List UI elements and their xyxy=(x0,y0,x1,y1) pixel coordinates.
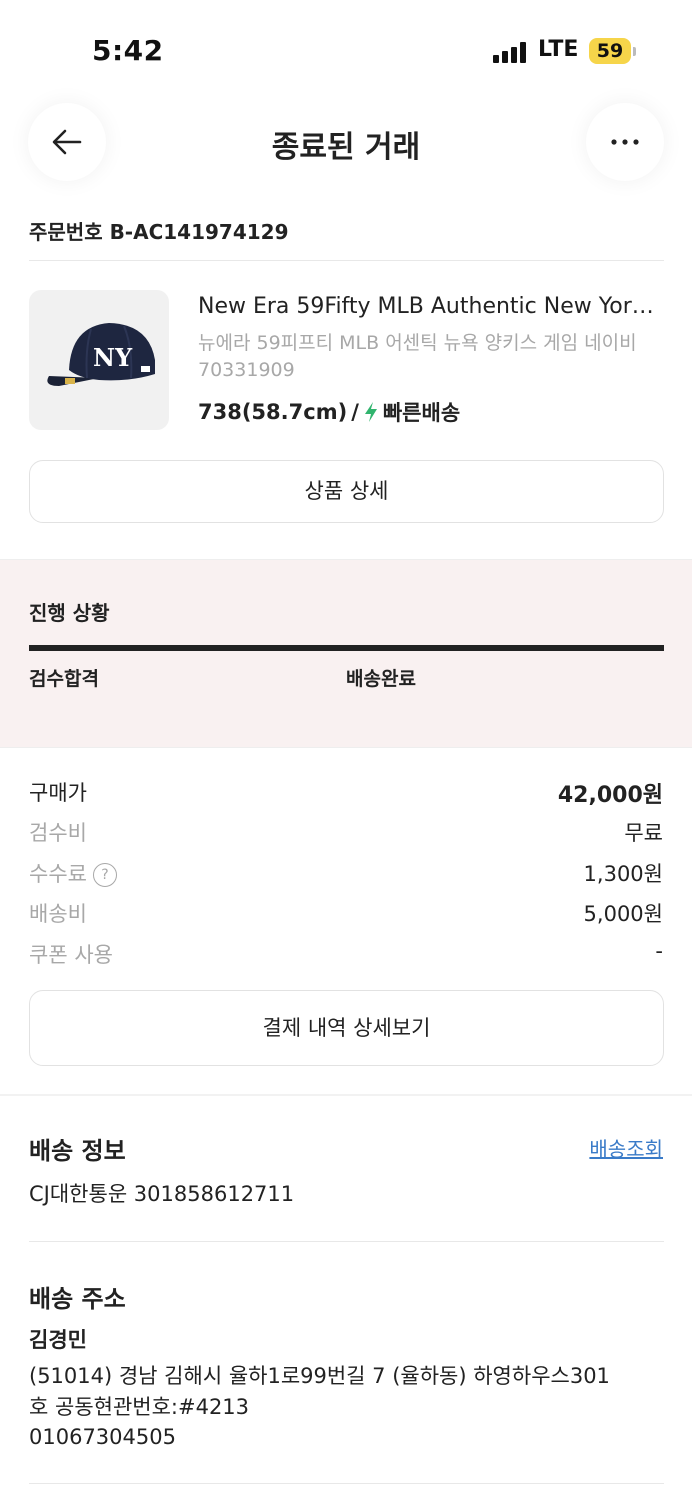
coupon-label: 쿠폰 사용 xyxy=(29,943,113,967)
product-detail-button[interactable]: 상품 상세 xyxy=(29,460,664,523)
commission-label-row: 수수료? xyxy=(29,858,117,888)
product-image[interactable]: NY xyxy=(29,290,169,430)
divider xyxy=(29,1241,664,1242)
coupon-value: - xyxy=(655,939,663,963)
progress-title: 진행 상황 xyxy=(29,601,110,625)
more-button[interactable] xyxy=(586,103,664,181)
status-time: 5:42 xyxy=(92,34,164,67)
price-label: 구매가 xyxy=(29,781,87,805)
shipping-address-title: 배송 주소 xyxy=(29,1285,126,1313)
commission-value: 1,300원 xyxy=(583,862,663,886)
help-icon[interactable]: ? xyxy=(92,863,117,887)
fast-delivery-label: 빠른배송 xyxy=(382,401,461,425)
svg-text:NY: NY xyxy=(93,343,133,372)
recipient-phone: 01067304505 xyxy=(29,1425,176,1449)
tracking-number: CJ대한통운 301858612711 xyxy=(29,1182,295,1206)
progress-step-delivered: 배송완료 xyxy=(346,668,416,690)
payment-detail-button[interactable]: 결제 내역 상세보기 xyxy=(29,990,664,1066)
tracking-link[interactable]: 배송조회 xyxy=(589,1133,663,1162)
network-label: LTE xyxy=(538,37,579,62)
divider xyxy=(29,1483,664,1484)
more-horizontal-icon xyxy=(611,139,639,145)
address-line-1: (51014) 경남 김해시 율하1로99번길 7 (율하동) 하영하우스301 xyxy=(29,1364,610,1388)
price-value: 42,000원 xyxy=(557,783,663,808)
lightning-icon xyxy=(364,402,377,422)
shipping-fee-value: 5,000원 xyxy=(583,902,663,926)
cap-image: NY xyxy=(47,323,155,386)
product-size: 738(58.7cm) xyxy=(198,400,348,424)
inspection-fee-label: 검수비 xyxy=(29,821,87,845)
signal-icon xyxy=(493,41,527,63)
progress-bar xyxy=(29,645,664,651)
progress-section xyxy=(0,559,692,748)
battery-icon: 59 xyxy=(589,38,631,64)
product-size-row: 738(58.7cm) / 빠른배송 xyxy=(198,397,460,427)
progress-step-inspection: 검수합격 xyxy=(29,668,99,690)
section-divider xyxy=(0,1094,692,1096)
order-number: 주문번호 B-AC141974129 xyxy=(29,220,289,244)
size-separator: / xyxy=(351,400,359,424)
recipient-name: 김경민 xyxy=(29,1328,87,1352)
battery-tip xyxy=(633,47,636,56)
product-name[interactable]: New Era 59Fifty MLB Authentic New York Y… xyxy=(198,294,658,319)
inspection-fee-value: 무료 xyxy=(624,821,663,845)
product-name-ko: 뉴에라 59피프티 MLB 어센틱 뉴욕 양키스 게임 네이비 xyxy=(198,332,637,354)
address-line-2: 호 공동현관번호:#4213 xyxy=(29,1395,250,1419)
shipping-fee-label: 배송비 xyxy=(29,902,87,926)
product-code: 70331909 xyxy=(198,359,295,381)
divider xyxy=(29,260,664,261)
commission-label: 수수료 xyxy=(29,862,87,886)
shipping-info-title: 배송 정보 xyxy=(29,1137,126,1165)
